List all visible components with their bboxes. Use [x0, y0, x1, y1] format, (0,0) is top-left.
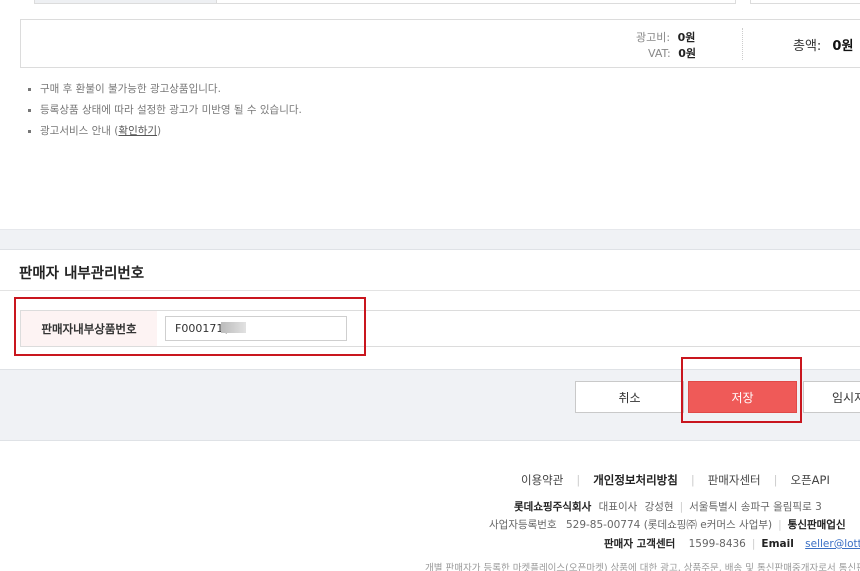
footer-link-terms[interactable]: 이용약관: [521, 473, 563, 487]
price-divider: [742, 28, 743, 60]
section-separator: [0, 229, 860, 250]
temp-save-button[interactable]: 임시저: [803, 381, 860, 413]
footer-disclaimer: 개별 판매자가 등록한 마켓플레이스(오픈마켓) 상품에 대한 광고, 상품주문…: [425, 563, 860, 571]
total-row: 총액: 0원: [793, 35, 853, 54]
email-label: Email: [761, 538, 794, 550]
biz-number-label: 사업자등록번호: [489, 519, 557, 531]
total-label: 총액:: [793, 39, 822, 54]
note-item: 등록상품 상태에 따라 설정한 광고가 미반영 될 수 있습니다.: [28, 102, 302, 117]
footer-link-seller-center[interactable]: 판매자센터: [708, 473, 761, 487]
highlight-box-field: [14, 297, 366, 356]
note-item: 광고서비스 안내 (확인하기): [28, 123, 161, 138]
ad-service-info-link[interactable]: 확인하기: [118, 125, 157, 137]
section-divider: [0, 290, 860, 291]
cancel-button[interactable]: 취소: [575, 381, 684, 413]
cs-phone: 1599-8436: [688, 538, 746, 550]
company-name: 롯데쇼핑주식회사: [514, 501, 592, 513]
top-table-edge: [34, 0, 736, 4]
ad-fee-label: 광고비:: [636, 31, 671, 44]
footer-cs-line: 판매자 고객센터 1599-8436|Email seller@lotte: [604, 536, 860, 551]
mail-order-label: 통신판매업신: [787, 519, 846, 531]
ad-fee-value: 0원: [677, 31, 696, 44]
vat-label: VAT:: [648, 47, 671, 60]
top-table-edge-right: [750, 0, 860, 4]
footer-link-privacy[interactable]: 개인정보처리방침: [593, 473, 678, 487]
email-link[interactable]: seller@lotte: [805, 538, 860, 550]
cs-label: 판매자 고객센터: [604, 538, 676, 550]
vat-value: 0원: [678, 47, 696, 60]
footer-links: 이용약관 | 개인정보처리방침 | 판매자센터 | 오픈API: [521, 473, 830, 487]
company-address: 서울특별시 송파구 올림픽로 3: [689, 501, 822, 513]
footer-link-open-api[interactable]: 오픈API: [791, 473, 830, 487]
section-title: 판매자 내부관리번호: [19, 266, 145, 282]
biz-number: 529-85-00774 (롯데쇼핑㈜ e커머스 사업부): [565, 519, 773, 531]
price-summary-box: [20, 19, 860, 68]
footer-biz-line: 사업자등록번호 529-85-00774 (롯데쇼핑㈜ e커머스 사업부) | 통신…: [489, 519, 846, 531]
ad-fee-row: 광고비: 0원: [636, 29, 695, 45]
total-value: 0원: [832, 39, 854, 54]
vat-row: VAT: 0원: [648, 45, 696, 61]
note-item: 구매 후 환불이 불가능한 광고상품입니다.: [28, 81, 221, 96]
highlight-box-save: [681, 357, 802, 423]
ceo-label: 대표이사: [598, 501, 638, 513]
ceo-name: 강성현: [644, 501, 674, 513]
footer-company-line: 롯데쇼핑주식회사 대표이사 강성현 | 서울특별시 송파구 올림픽로 3: [514, 501, 822, 513]
